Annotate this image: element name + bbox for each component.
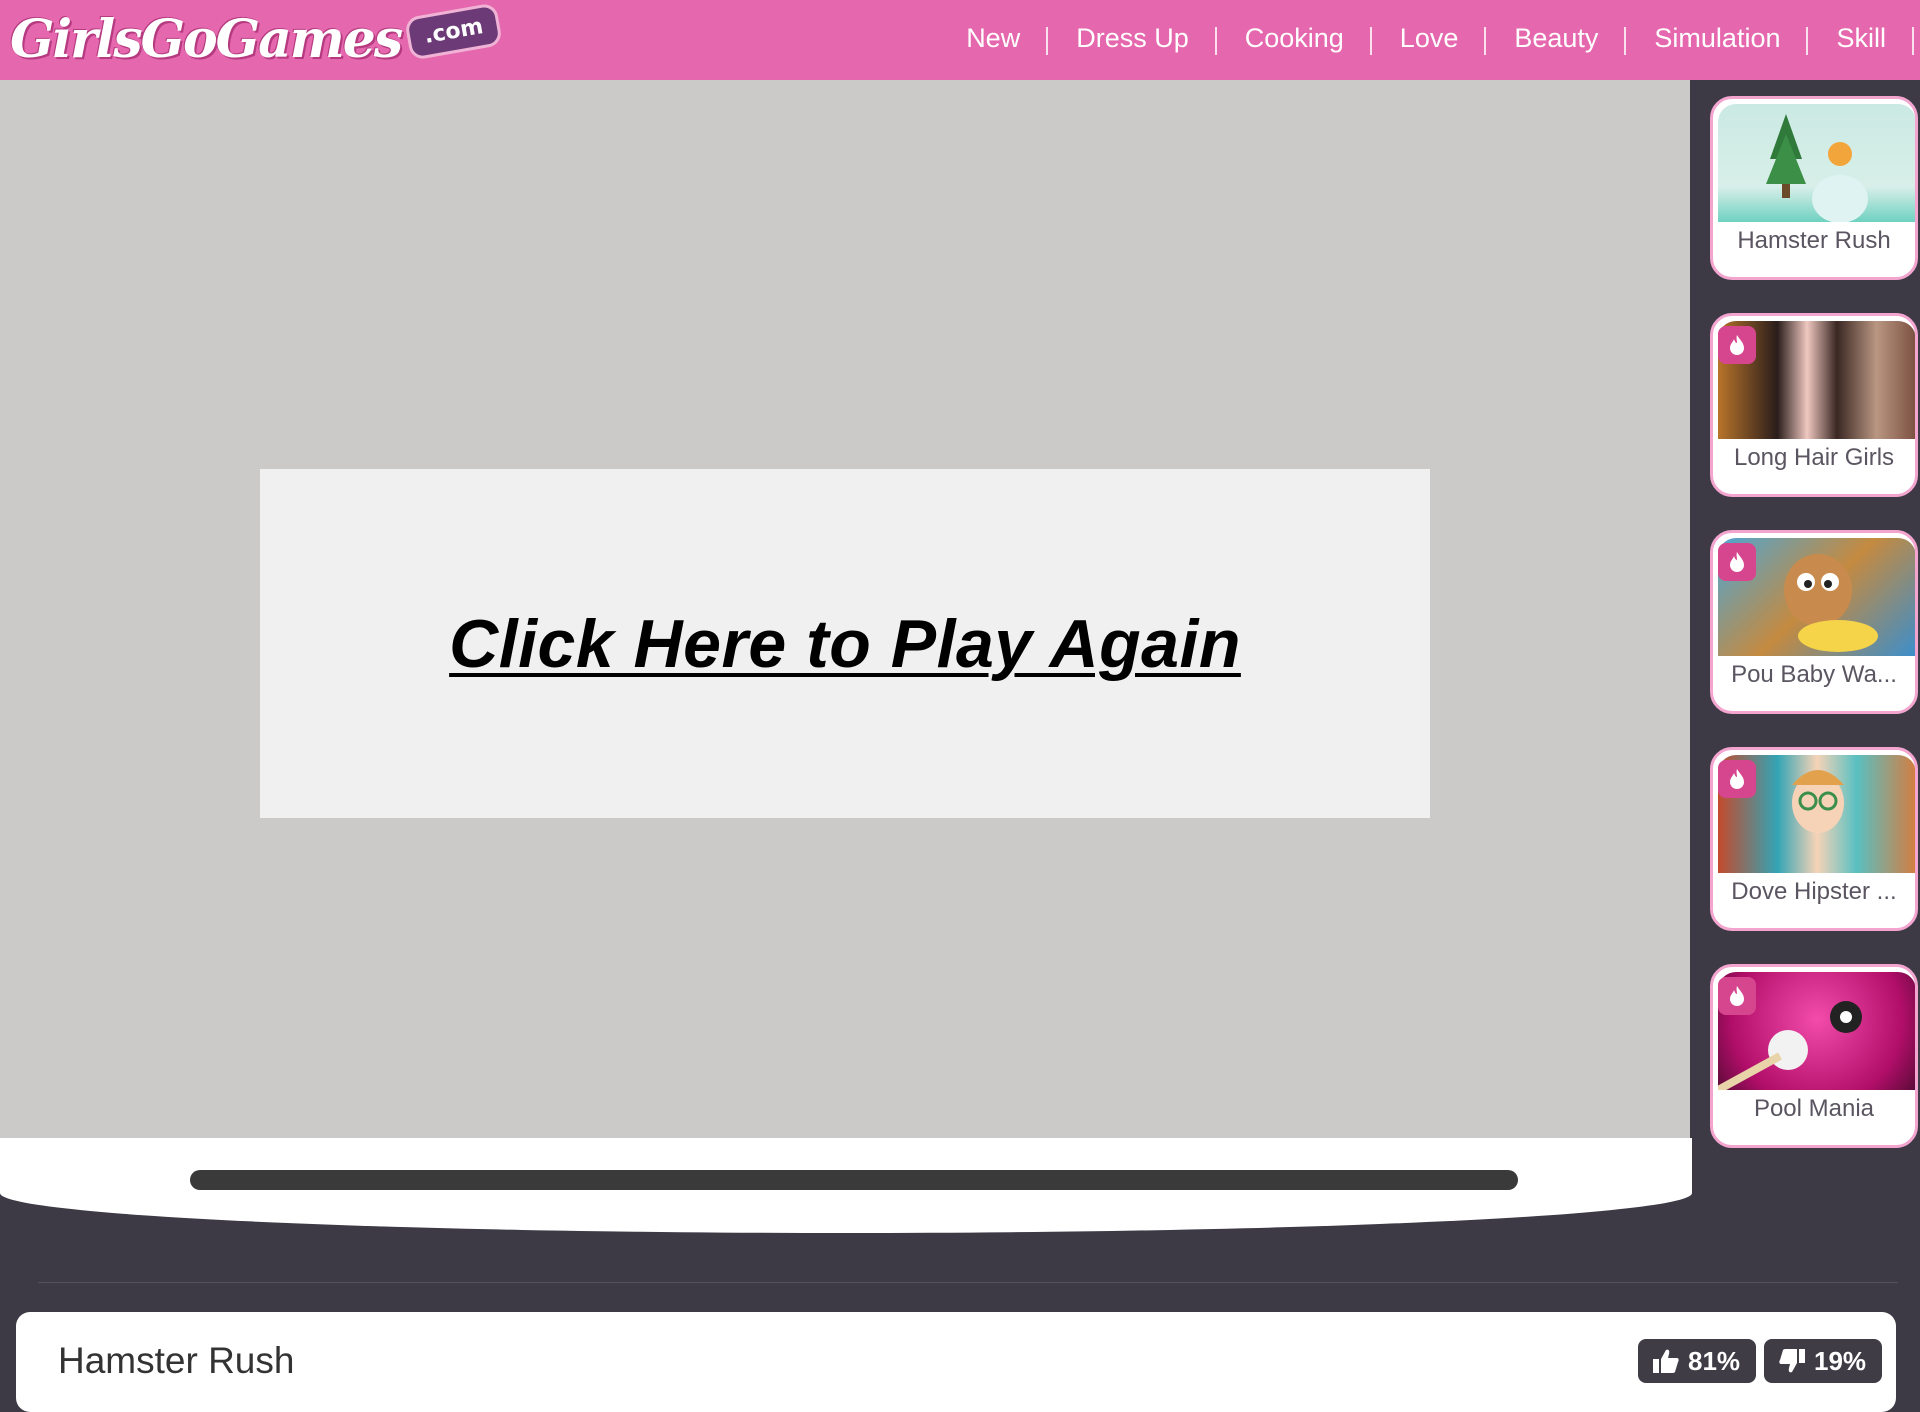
nav-item-beauty[interactable]: Beauty xyxy=(1486,23,1627,55)
hot-fire-icon xyxy=(1718,760,1756,798)
game-info-bar: Hamster Rush 81% 19% xyxy=(16,1312,1896,1412)
hot-fire-icon xyxy=(1718,326,1756,364)
site-logo[interactable]: GirlsGoGames .com xyxy=(10,1,504,72)
logo-suffix: .com xyxy=(404,1,504,61)
top-navigation-bar: GirlsGoGames .com New Dress Up Cooking L… xyxy=(0,0,1920,80)
thumbs-down-icon xyxy=(1779,1349,1805,1373)
like-button[interactable]: 81% xyxy=(1638,1339,1756,1383)
play-again-panel[interactable]: Click Here to Play Again xyxy=(260,469,1430,818)
game-thumbnail xyxy=(1718,104,1915,222)
game-card-label: Long Hair Girls xyxy=(1733,444,1895,471)
nav-item-new[interactable]: New xyxy=(938,23,1049,55)
hot-fire-icon xyxy=(1718,543,1756,581)
logo-text: GirlsGoGames xyxy=(10,8,403,70)
dislike-percentage: 19% xyxy=(1814,1345,1867,1376)
game-canvas[interactable]: Click Here to Play Again xyxy=(0,80,1690,1138)
game-card-pool-mania[interactable]: Pool Mania xyxy=(1710,964,1918,1148)
nav-item-skill[interactable]: Skill xyxy=(1808,23,1914,55)
category-nav: New Dress Up Cooking Love Beauty Simulat… xyxy=(938,0,1914,76)
game-card-dove-hipster[interactable]: Dove Hipster ... xyxy=(1710,747,1918,931)
dislike-button[interactable]: 19% xyxy=(1764,1339,1882,1383)
nav-item-love[interactable]: Love xyxy=(1372,23,1487,55)
game-card-pou-baby[interactable]: Pou Baby Wa... xyxy=(1710,530,1918,714)
hot-fire-icon xyxy=(1718,977,1756,1015)
game-card-label: Dove Hipster ... xyxy=(1731,878,1897,905)
game-card-label: Pou Baby Wa... xyxy=(1731,661,1897,688)
game-title: Hamster Rush xyxy=(58,1340,295,1381)
nav-item-simulation[interactable]: Simulation xyxy=(1626,23,1809,55)
related-games-sidebar: Hamster Rush Long Hair Girls Pou Baby Wa… xyxy=(1690,80,1920,1148)
nav-item-dress-up[interactable]: Dress Up xyxy=(1048,23,1217,55)
thumbs-up-icon xyxy=(1653,1349,1679,1373)
game-card-label: Hamster Rush xyxy=(1737,227,1891,254)
game-progress-bar[interactable] xyxy=(190,1170,1518,1190)
game-card-hamster-rush[interactable]: Hamster Rush xyxy=(1710,96,1918,280)
play-again-link[interactable]: Click Here to Play Again xyxy=(449,605,1241,683)
like-percentage: 81% xyxy=(1688,1345,1741,1376)
divider xyxy=(38,1282,1898,1283)
game-controls-bar xyxy=(0,1138,1692,1233)
game-card-label: Pool Mania xyxy=(1753,1095,1875,1122)
nav-item-cooking[interactable]: Cooking xyxy=(1217,23,1372,55)
game-card-long-hair-girls[interactable]: Long Hair Girls xyxy=(1710,313,1918,497)
